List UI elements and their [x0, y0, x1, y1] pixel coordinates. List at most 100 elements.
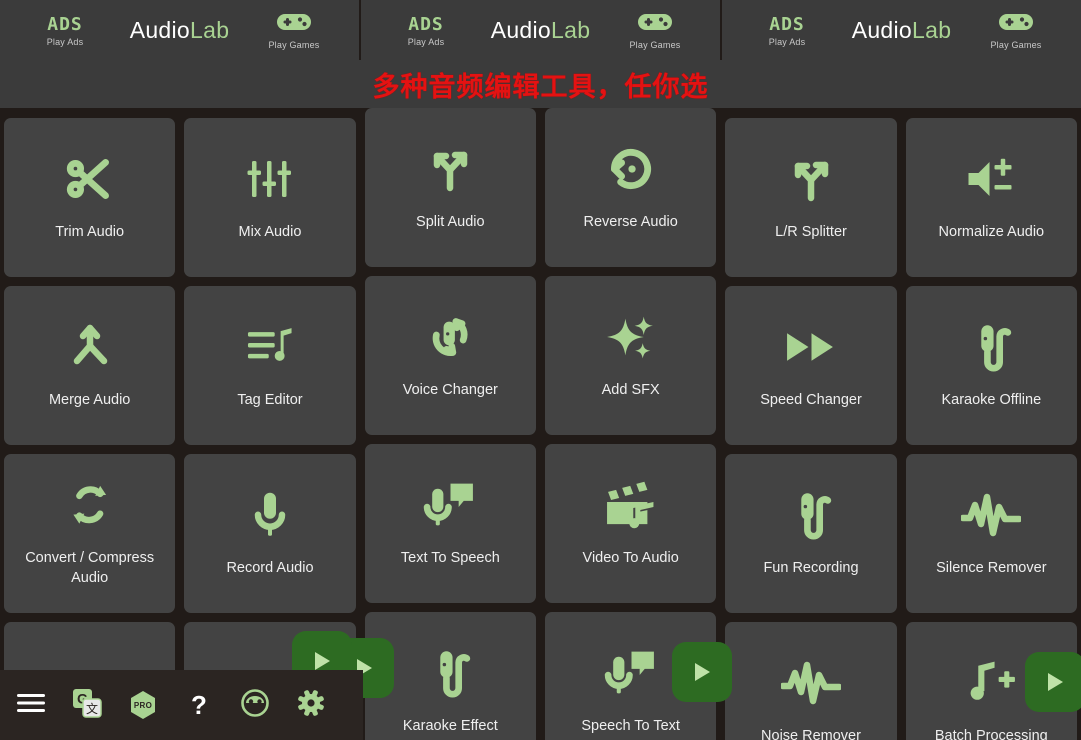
- tool-tile-label: Convert / Compress Audio: [25, 549, 155, 586]
- app-title: AudioLab: [130, 17, 230, 44]
- app-title-part1: Audio: [490, 16, 552, 43]
- scissors-icon: [64, 151, 116, 207]
- tool-tile-record-audio[interactable]: Record Audio: [184, 454, 356, 613]
- tool-tile-label: Noise Remover: [761, 727, 861, 740]
- app-title-part1: Audio: [851, 16, 913, 43]
- tool-tile-batch-processing[interactable]: Batch Processing: [905, 622, 1081, 740]
- settings-button[interactable]: [294, 688, 328, 722]
- tool-tile-fun-recording[interactable]: Fun Recording: [725, 454, 897, 613]
- promo-banner: 多种音频编辑工具，任你选: [0, 60, 1081, 108]
- svg-text:文: 文: [86, 701, 98, 716]
- tool-tile-label: Merge Audio: [48, 391, 131, 408]
- play-ads-button[interactable]: ADS Play Ads: [744, 14, 830, 47]
- play-ads-label: Play Ads: [768, 36, 806, 47]
- pro-hexagon-badge-icon: PRO: [128, 690, 158, 720]
- tool-tile-tag-editor[interactable]: Tag Editor: [184, 286, 356, 445]
- tool-tile-label: Mix Audio: [238, 223, 302, 240]
- tool-tile-label: Add SFX: [601, 381, 660, 398]
- list-music-note-icon: [244, 319, 296, 375]
- tool-tile-label: Karaoke Offline: [941, 391, 1042, 408]
- tool-tile-reverse-audio[interactable]: Reverse Audio: [544, 108, 717, 267]
- tool-tile-silence-remover[interactable]: Silence Remover: [905, 454, 1077, 613]
- play-games-label: Play Games: [990, 39, 1042, 50]
- tool-tile-label: Video To Audio: [582, 549, 679, 566]
- play-ads-button[interactable]: ADS Play Ads: [383, 14, 469, 47]
- tool-tile-text-to-speech[interactable]: Text To Speech: [364, 444, 536, 603]
- tool-tile-label: Batch Processing: [934, 727, 1048, 740]
- ads-badge-icon: ADS: [769, 13, 805, 35]
- split-arrows-icon: [425, 141, 475, 197]
- tool-tile-label: Tag Editor: [237, 391, 303, 408]
- hamburger-menu-button[interactable]: [14, 688, 48, 722]
- app-root: ADS Play Ads AudioLab Play Games ADS Pla…: [0, 0, 1081, 740]
- hamburger-menu-icon: [17, 693, 45, 718]
- tool-tile-add-sfx[interactable]: Add SFX: [544, 276, 717, 435]
- play-games-label: Play Games: [268, 39, 320, 50]
- microphone-icon: [250, 487, 290, 543]
- pro-badge-button[interactable]: PRO: [126, 688, 160, 722]
- play-ads-label: Play Ads: [46, 36, 84, 47]
- reverse-circle-arrow-icon: [605, 141, 657, 197]
- play-games-button[interactable]: Play Games: [973, 11, 1059, 50]
- tool-tile-merge-audio[interactable]: Merge Audio: [4, 286, 176, 445]
- app-title: AudioLab: [491, 17, 591, 44]
- gamepad-icon: [637, 11, 673, 38]
- sliders-icon: [245, 151, 295, 207]
- tool-tile-lr-splitter[interactable]: L/R Splitter: [725, 118, 897, 277]
- question-mark-icon: ?: [191, 690, 207, 720]
- sparkles-icon: [603, 309, 659, 365]
- translate-button[interactable]: G 文: [70, 688, 104, 722]
- promo-banner-text: 多种音频编辑工具，任你选: [372, 71, 709, 103]
- tool-grid: Trim Audio Mix Audio Split Audio Reverse…: [4, 108, 1081, 740]
- gamepad-icon: [276, 11, 312, 38]
- tool-tile-convert-compress-audio[interactable]: Convert / Compress Audio: [4, 454, 176, 613]
- tool-tile-video-to-audio[interactable]: Video To Audio: [544, 444, 717, 603]
- help-button[interactable]: ?: [182, 688, 216, 722]
- tool-tile-label: Karaoke Effect: [402, 717, 498, 734]
- refresh-cycle-icon: [66, 477, 114, 533]
- header-panel: ADS Play Ads AudioLab Play Games: [720, 0, 1081, 60]
- app-title-part2: Lab: [912, 16, 952, 43]
- tool-tile-label: Text To Speech: [400, 549, 500, 566]
- tool-tile-label: Normalize Audio: [938, 223, 1045, 240]
- play-ads-button[interactable]: ADS Play Ads: [22, 14, 108, 47]
- tool-tile-label: Reverse Audio: [583, 213, 678, 230]
- play-badge-button[interactable]: [672, 642, 733, 702]
- header-panel: ADS Play Ads AudioLab Play Games: [0, 0, 359, 60]
- tool-tile-trim-audio[interactable]: Trim Audio: [4, 118, 176, 277]
- gamepad-icon: [998, 11, 1034, 38]
- app-title-part2: Lab: [551, 16, 591, 43]
- play-games-button[interactable]: Play Games: [251, 11, 337, 50]
- tool-tile-label: Fun Recording: [763, 559, 859, 576]
- app-title-part2: Lab: [190, 16, 230, 43]
- play-triangle-icon: [315, 652, 330, 670]
- play-games-button[interactable]: Play Games: [612, 11, 698, 50]
- gear-icon: [297, 689, 325, 722]
- tool-tile-voice-changer[interactable]: Voice Changer: [364, 276, 536, 435]
- tool-tile-speech-to-text[interactable]: Speech To Text: [544, 612, 733, 740]
- tool-tile-label: Speech To Text: [581, 717, 680, 734]
- tool-tile-split-audio[interactable]: Split Audio: [364, 108, 536, 267]
- tool-tile-label: L/R Splitter: [775, 223, 847, 240]
- microphone-rotate-icon: [423, 309, 477, 365]
- header-strip: ADS Play Ads AudioLab Play Games ADS Pla…: [0, 0, 1081, 60]
- karaoke-mic-icon: [788, 487, 834, 543]
- play-games-label: Play Games: [629, 39, 681, 50]
- face-mask-icon: [241, 688, 269, 722]
- play-ads-label: Play Ads: [407, 36, 445, 47]
- merge-arrow-icon: [65, 319, 115, 375]
- karaoke-mic-icon: [968, 319, 1014, 375]
- header-panel: ADS Play Ads AudioLab Play Games: [359, 0, 720, 60]
- tool-tile-normalize-audio[interactable]: Normalize Audio: [905, 118, 1077, 277]
- tool-tile-noise-remover[interactable]: Noise Remover: [725, 622, 897, 740]
- play-badge-button[interactable]: [1024, 652, 1081, 712]
- tool-tile-label: Voice Changer: [402, 381, 498, 398]
- note-plus-icon: [963, 655, 1019, 711]
- tool-tile-karaoke-offline[interactable]: Karaoke Offline: [905, 286, 1077, 445]
- play-triangle-icon: [1047, 673, 1063, 691]
- tool-tile-label: Silence Remover: [936, 559, 1047, 576]
- microphone-speech-bubble-icon: [603, 645, 659, 701]
- tool-tile-speed-changer[interactable]: Speed Changer: [725, 286, 897, 445]
- tool-tile-mix-audio[interactable]: Mix Audio: [184, 118, 356, 277]
- theme-button[interactable]: [238, 688, 272, 722]
